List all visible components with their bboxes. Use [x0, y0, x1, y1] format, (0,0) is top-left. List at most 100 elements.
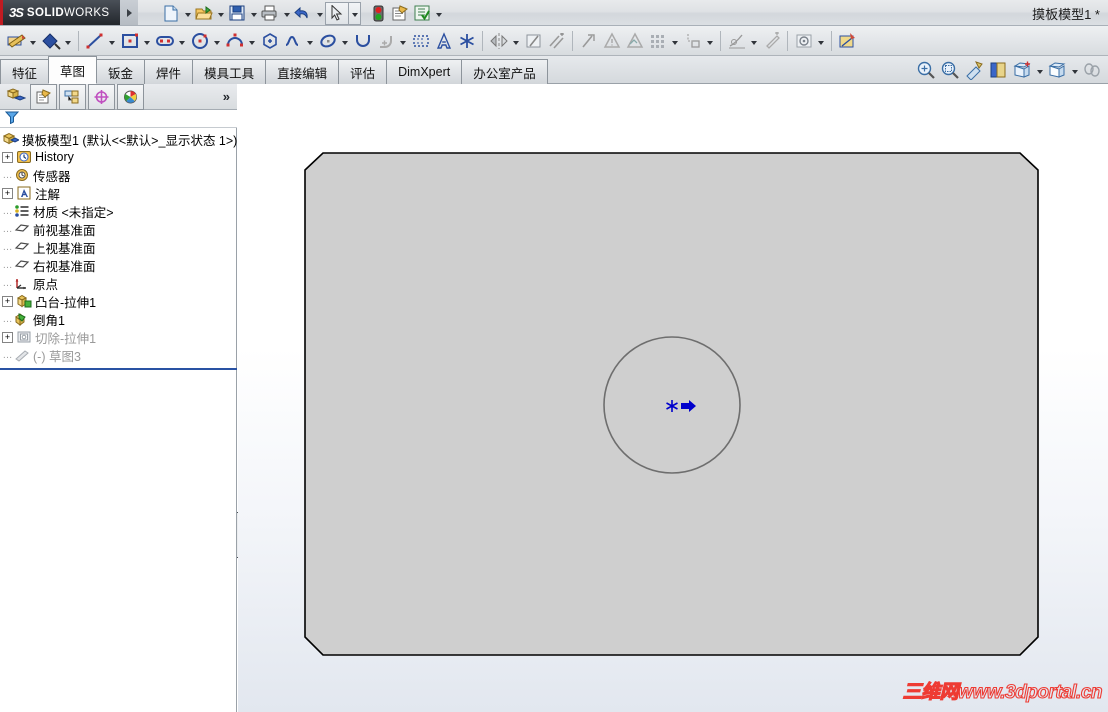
- configuration-manager-tab[interactable]: [59, 83, 86, 110]
- instant3d-icon[interactable]: [792, 28, 815, 54]
- tree-item[interactable]: + 凸台-拉伸1: [0, 292, 237, 310]
- quick-snaps-caret[interactable]: [748, 28, 760, 54]
- undo-button[interactable]: [292, 3, 314, 24]
- tab-4[interactable]: 焊件: [144, 59, 194, 84]
- tree-expander[interactable]: +: [2, 187, 13, 199]
- tab-2[interactable]: 草图: [48, 56, 98, 84]
- instant3d-caret[interactable]: [815, 28, 827, 54]
- tab-5[interactable]: 模具工具: [192, 59, 267, 84]
- tree-item[interactable]: … 倒角1: [0, 310, 237, 328]
- tree-filter-bar[interactable]: [0, 110, 237, 128]
- spline-icon[interactable]: [281, 28, 304, 54]
- print-button[interactable]: [259, 3, 281, 24]
- offset-entities-icon[interactable]: [545, 28, 568, 54]
- tab-1[interactable]: 特征: [0, 59, 50, 84]
- graphics-area[interactable]: 三维网www.3dportal.cn: [238, 84, 1108, 712]
- line-icon[interactable]: [83, 28, 106, 54]
- ellipse-caret[interactable]: [339, 28, 351, 54]
- slot-icon[interactable]: [153, 28, 176, 54]
- tree-expander[interactable]: +: [2, 151, 13, 163]
- dimxpert-manager-tab[interactable]: [88, 83, 115, 110]
- tab-7[interactable]: 评估: [338, 59, 388, 84]
- options-button[interactable]: [411, 3, 433, 24]
- display-manager-tab[interactable]: [117, 83, 144, 110]
- display-style-icon[interactable]: [1045, 58, 1069, 82]
- tree-item[interactable]: + History: [0, 148, 237, 166]
- relations-icon[interactable]: [577, 28, 600, 54]
- rectangle-icon[interactable]: [118, 28, 141, 54]
- rapid-sketch-icon[interactable]: [760, 28, 783, 54]
- previous-view-icon[interactable]: [962, 58, 986, 82]
- mirror-entities-icon[interactable]: [487, 28, 510, 54]
- tab-6[interactable]: 直接编辑: [265, 59, 340, 84]
- tree-expander[interactable]: +: [2, 295, 13, 307]
- tab-3[interactable]: 钣金: [96, 59, 146, 84]
- quick-snaps-icon[interactable]: [725, 28, 748, 54]
- tree-item[interactable]: … 前视基准面: [0, 220, 237, 238]
- tree-item[interactable]: … 材质 <未指定>: [0, 202, 237, 220]
- save-caret[interactable]: [248, 3, 259, 24]
- tree-expander[interactable]: +: [2, 331, 13, 343]
- tab-8[interactable]: DimXpert: [386, 59, 463, 84]
- sketch-point-icon[interactable]: [455, 28, 478, 54]
- print-caret[interactable]: [281, 3, 292, 24]
- fillet-caret[interactable]: [397, 28, 409, 54]
- display-style-caret[interactable]: [1069, 58, 1080, 82]
- zoom-fit-icon[interactable]: [914, 58, 938, 82]
- file-properties-button[interactable]: [389, 3, 411, 24]
- slot-caret[interactable]: [176, 28, 188, 54]
- trim-entities-icon[interactable]: [409, 28, 432, 54]
- panel-expand-chevron[interactable]: »: [223, 89, 230, 104]
- sketch-fillet-icon[interactable]: [374, 28, 397, 54]
- sketch-picture-icon[interactable]: [623, 28, 646, 54]
- rebuild-button[interactable]: [367, 3, 389, 24]
- tab-9[interactable]: 办公室产品: [461, 59, 548, 84]
- move-entities-caret[interactable]: [704, 28, 716, 54]
- sketch-caret[interactable]: [27, 28, 39, 54]
- shaded-contours-icon[interactable]: [836, 28, 859, 54]
- tree-item[interactable]: … 上视基准面: [0, 238, 237, 256]
- property-manager-tab[interactable]: [30, 83, 57, 110]
- open-document-button[interactable]: [193, 3, 215, 24]
- repair-sketch-icon[interactable]: [600, 28, 623, 54]
- tree-item[interactable]: 摸板模型1 (默认<<默认>_显示状态 1>): [0, 130, 237, 148]
- undo-caret[interactable]: [314, 3, 325, 24]
- sketch-text-icon[interactable]: [432, 28, 455, 54]
- tree-item[interactable]: … 右视基准面: [0, 256, 237, 274]
- mirror-caret[interactable]: [510, 28, 522, 54]
- arc-caret[interactable]: [246, 28, 258, 54]
- feature-manager-tab[interactable]: [3, 85, 28, 109]
- rectangle-caret[interactable]: [141, 28, 153, 54]
- tree-item[interactable]: + 切除-拉伸1: [0, 328, 237, 346]
- tree-item[interactable]: … (-) 草图3: [0, 346, 237, 364]
- tree-item[interactable]: + 注解: [0, 184, 237, 202]
- hide-show-icon[interactable]: [1080, 58, 1104, 82]
- tree-item[interactable]: … 传感器: [0, 166, 237, 184]
- new-document-caret[interactable]: [182, 3, 193, 24]
- arc-icon[interactable]: [223, 28, 246, 54]
- line-caret[interactable]: [106, 28, 118, 54]
- linear-pattern-caret[interactable]: [669, 28, 681, 54]
- save-button[interactable]: [226, 3, 248, 24]
- zoom-area-icon[interactable]: [938, 58, 962, 82]
- spline-caret[interactable]: [304, 28, 316, 54]
- smart-dimension-caret[interactable]: [62, 28, 74, 54]
- parabola-icon[interactable]: [351, 28, 374, 54]
- new-document-button[interactable]: [160, 3, 182, 24]
- options-caret[interactable]: [433, 3, 444, 24]
- view-orientation-caret[interactable]: [1034, 58, 1045, 82]
- menu-expand-arrow-button[interactable]: [120, 0, 138, 25]
- open-document-caret[interactable]: [215, 3, 226, 24]
- view-orientation-icon[interactable]: [1010, 58, 1034, 82]
- ellipse-icon[interactable]: [316, 28, 339, 54]
- linear-pattern-icon[interactable]: [646, 28, 669, 54]
- circle-caret[interactable]: [211, 28, 223, 54]
- select-button[interactable]: [325, 1, 349, 25]
- smart-dimension-icon[interactable]: [39, 28, 62, 54]
- sketch-pencil-icon[interactable]: [4, 28, 27, 54]
- move-entities-icon[interactable]: [681, 28, 704, 54]
- tree-item[interactable]: … 原点: [0, 274, 237, 292]
- section-view-icon[interactable]: [986, 58, 1010, 82]
- polygon-icon[interactable]: [258, 28, 281, 54]
- circle-icon[interactable]: [188, 28, 211, 54]
